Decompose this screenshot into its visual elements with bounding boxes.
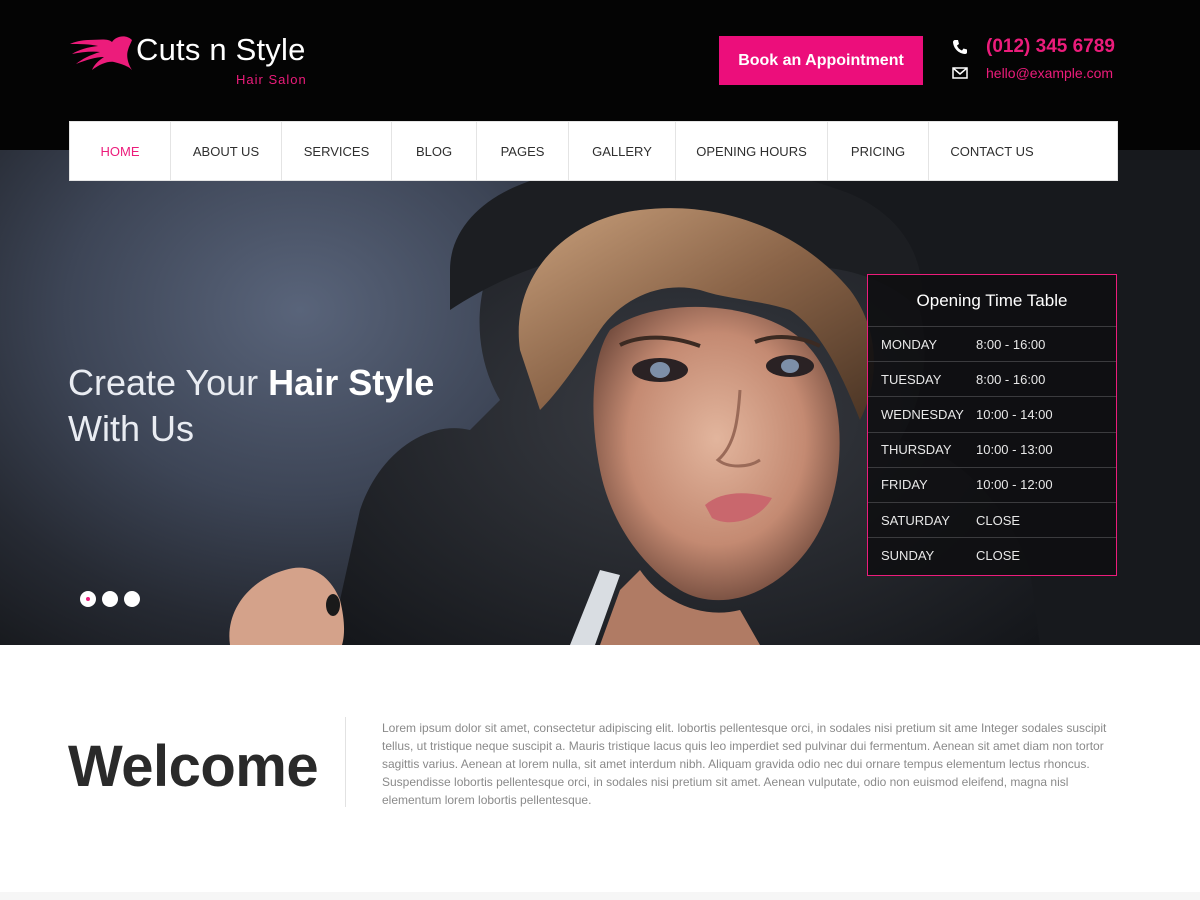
phone-icon (952, 39, 986, 55)
slider-dot-1[interactable] (80, 591, 96, 607)
nav-item-gallery[interactable]: GALLERY (569, 122, 676, 180)
timetable-time: CLOSE (976, 548, 1021, 564)
timetable-day: TUESDAY (881, 371, 942, 387)
timetable-day: WEDNESDAY (881, 406, 964, 422)
email-row: hello@example.com (952, 60, 1132, 86)
envelope-icon (952, 67, 986, 79)
contact-info: (012) 345 6789 hello@example.com (952, 34, 1132, 86)
timetable-day: SATURDAY (881, 512, 950, 528)
logo[interactable]: Cuts n Style Hair Salon (68, 30, 318, 90)
phone-number[interactable]: (012) 345 6789 (986, 36, 1115, 58)
headline-line2: With Us (68, 408, 194, 449)
timetable-title: Opening Time Table (868, 275, 1116, 327)
timetable-row: THURSDAY 10:00 - 13:00 (868, 433, 1116, 468)
nav-item-opening-hours[interactable]: OPENING HOURS (676, 122, 828, 180)
nav-item-services[interactable]: SERVICES (282, 122, 392, 180)
timetable-day: SUNDAY (881, 548, 935, 564)
slider-dot-3[interactable] (124, 591, 140, 607)
timetable-time: 10:00 - 14:00 (976, 406, 1053, 422)
timetable-time: CLOSE (976, 512, 1021, 528)
headline-light-text: Create Your (68, 362, 259, 403)
welcome-section: Welcome Lorem ipsum dolor sit amet, cons… (0, 645, 1200, 900)
phone-row: (012) 345 6789 (952, 34, 1132, 60)
main-navigation: HOME ABOUT US SERVICES BLOG PAGES GALLER… (69, 121, 1118, 181)
slider-dots (80, 591, 140, 607)
nav-item-about-us[interactable]: ABOUT US (171, 122, 282, 180)
hair-logo-icon (70, 36, 132, 70)
timetable-row: TUESDAY 8:00 - 16:00 (868, 362, 1116, 398)
book-appointment-button[interactable]: Book an Appointment (719, 36, 923, 85)
timetable-day: MONDAY (881, 336, 938, 352)
welcome-title: Welcome (68, 734, 319, 799)
footer-strip (0, 892, 1200, 900)
nav-item-home[interactable]: HOME (70, 122, 171, 180)
timetable-time: 8:00 - 16:00 (976, 336, 1046, 352)
timetable-day: FRIDAY (881, 477, 928, 493)
opening-timetable: Opening Time Table MONDAY 8:00 - 16:00 TU… (867, 274, 1117, 576)
timetable-time: 8:00 - 16:00 (976, 371, 1046, 387)
slider-dot-2[interactable] (102, 591, 118, 607)
nav-item-pages[interactable]: PAGES (477, 122, 569, 180)
hero-headline: Create Your Hair Style With Us (68, 360, 434, 452)
timetable-row: SUNDAY CLOSE (868, 538, 1116, 573)
timetable-time: 10:00 - 12:00 (976, 477, 1053, 493)
nav-item-blog[interactable]: BLOG (392, 122, 477, 180)
headline-bold-text: Hair Style (268, 362, 435, 403)
timetable-row: MONDAY 8:00 - 16:00 (868, 327, 1116, 363)
timetable-row: FRIDAY 10:00 - 12:00 (868, 468, 1116, 503)
brand-name: Cuts n Style (136, 32, 306, 67)
welcome-divider (345, 717, 346, 807)
welcome-body-text: Lorem ipsum dolor sit amet, consectetur … (382, 721, 1107, 807)
email-link[interactable]: hello@example.com (986, 65, 1113, 81)
timetable-row: WEDNESDAY 10:00 - 14:00 (868, 397, 1116, 433)
nav-item-pricing[interactable]: PRICING (828, 122, 929, 180)
hero-slider: Create Your Hair Style With Us Opening T… (0, 150, 1200, 645)
timetable-row: SATURDAY CLOSE (868, 503, 1116, 539)
nav-item-contact-us[interactable]: CONTACT US (929, 122, 1055, 180)
timetable-day: THURSDAY (881, 442, 952, 458)
timetable-time: 10:00 - 13:00 (976, 442, 1053, 458)
brand-tagline: Hair Salon (236, 72, 307, 87)
